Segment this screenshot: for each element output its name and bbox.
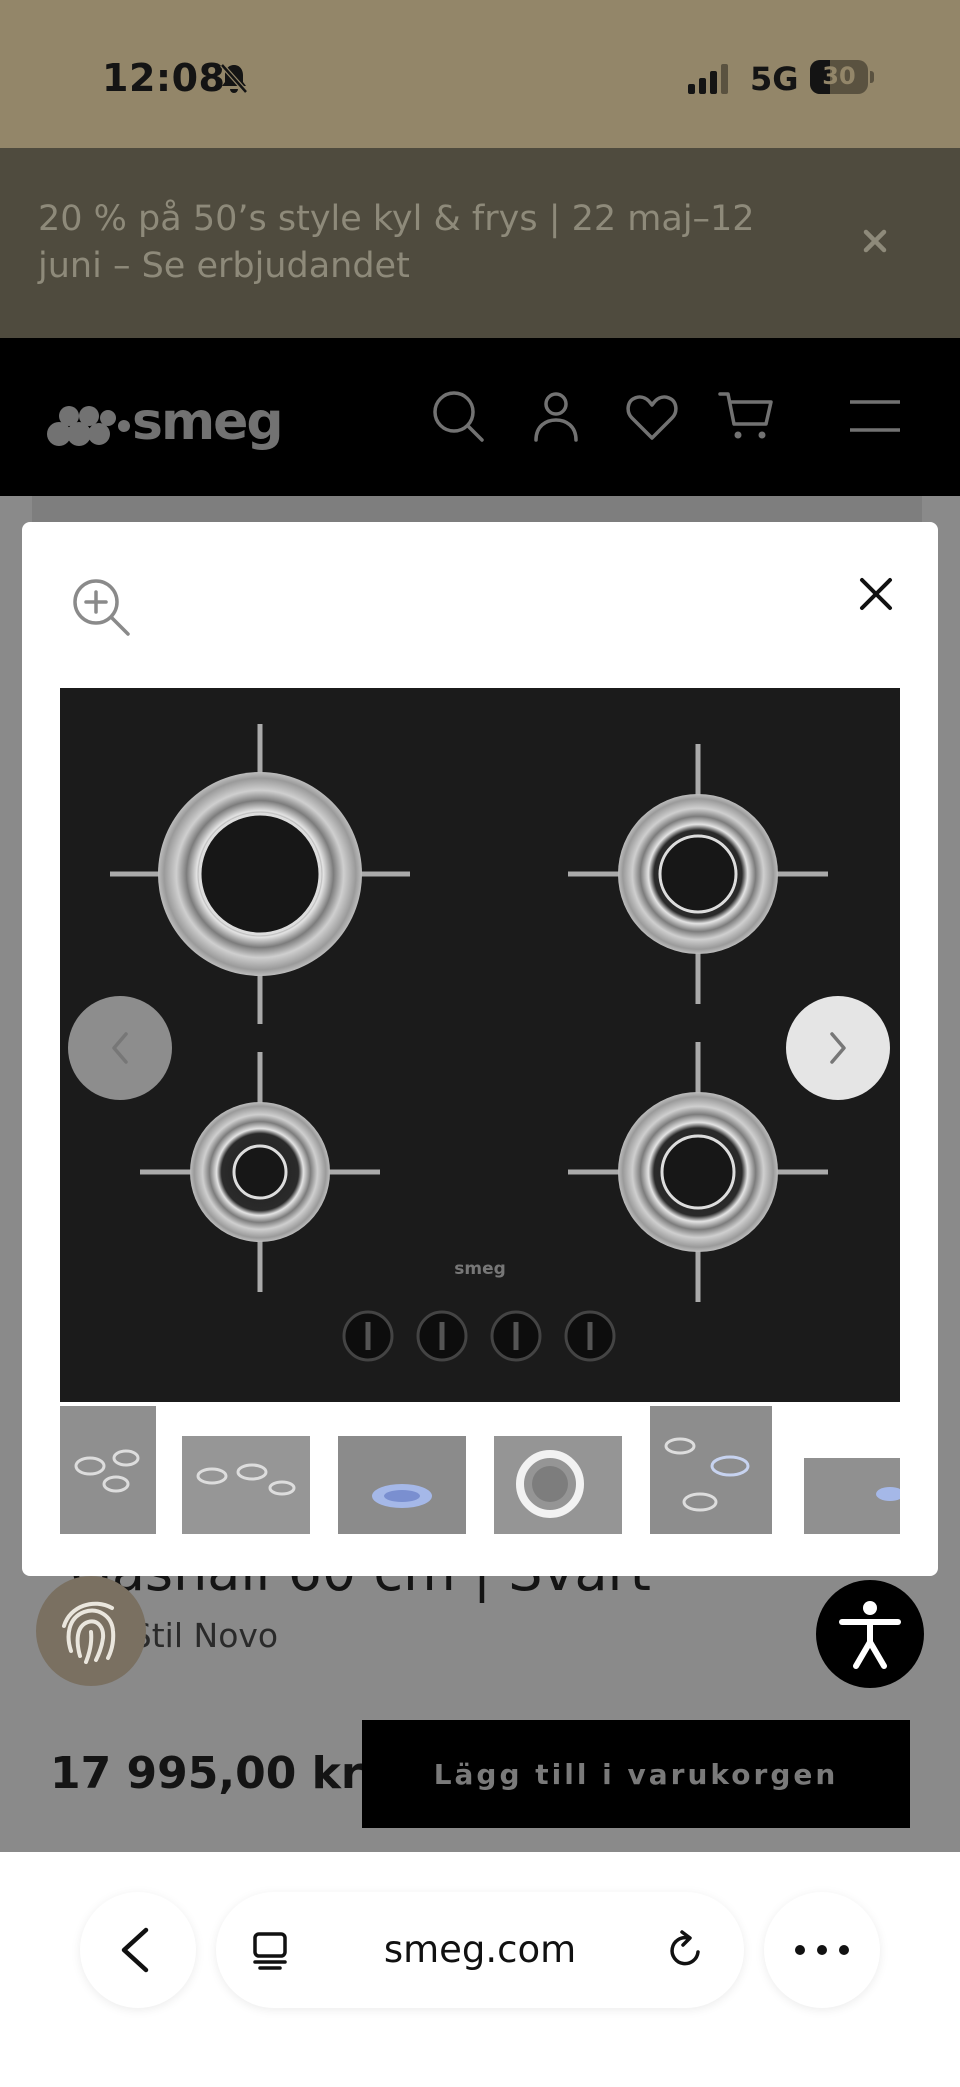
close-icon[interactable] <box>860 226 890 256</box>
back-button[interactable] <box>80 1892 196 2008</box>
add-to-cart-button[interactable]: Lägg till i varukorgen <box>362 1720 910 1828</box>
thumbnail[interactable] <box>60 1406 156 1534</box>
more-icon <box>795 1945 849 1955</box>
close-icon[interactable] <box>856 574 896 614</box>
burner <box>110 724 410 1024</box>
burner <box>568 744 828 1004</box>
address-bar[interactable]: smeg.com <box>216 1892 744 2008</box>
fingerprint-icon <box>62 1601 116 1664</box>
chevron-left-icon <box>112 1032 128 1064</box>
previous-image-button[interactable] <box>68 996 172 1100</box>
network-label: 5G <box>750 60 799 98</box>
promo-banner[interactable]: 20 % på 50’s style kyl & frys | 22 maj–1… <box>0 148 960 338</box>
heart-icon[interactable] <box>624 388 680 444</box>
chevron-right-icon <box>830 1032 846 1064</box>
burner <box>568 1042 828 1302</box>
fingerprint-button[interactable] <box>36 1576 146 1686</box>
status-bar: 12:08 5G 30 <box>0 0 960 148</box>
status-time: 12:08 <box>102 56 226 100</box>
accessibility-icon <box>839 1601 901 1669</box>
thumbnail[interactable] <box>650 1406 772 1534</box>
next-image-button[interactable] <box>786 996 890 1100</box>
menu-icon[interactable] <box>848 388 902 444</box>
hob-brand: smeg <box>454 1259 506 1279</box>
thumbnail[interactable] <box>182 1436 310 1534</box>
more-options-button[interactable] <box>764 1892 880 2008</box>
battery-level: 30 <box>822 62 856 90</box>
control-knobs <box>342 1310 616 1362</box>
thumbnail[interactable] <box>804 1458 900 1534</box>
gas-hob-image: smeg <box>110 724 828 1362</box>
logo-text: smeg <box>132 392 284 452</box>
thumbnail[interactable] <box>494 1436 622 1534</box>
product-image[interactable]: smeg <box>60 688 900 1402</box>
browser-toolbar: smeg.com <box>0 1852 960 2087</box>
burner <box>140 1052 380 1292</box>
thumbnail-strip <box>60 1406 900 1536</box>
thumbnail[interactable] <box>338 1436 466 1534</box>
signal-icon <box>688 64 728 94</box>
logo-dots-icon <box>47 406 130 446</box>
user-icon[interactable] <box>528 388 584 444</box>
image-gallery-modal: smeg <box>22 522 938 1576</box>
chevron-left-icon <box>121 1927 149 1973</box>
accessibility-button[interactable] <box>816 1580 924 1688</box>
promo-text[interactable]: 20 % på 50’s style kyl & frys | 22 maj–1… <box>38 196 798 290</box>
cart-icon[interactable] <box>718 388 774 444</box>
reload-icon[interactable] <box>664 1928 708 1972</box>
zoom-in-icon[interactable] <box>70 576 134 640</box>
battery-indicator: 30 <box>810 60 874 94</box>
product-price: 17 995,00 kr <box>50 1748 363 1799</box>
search-icon[interactable] <box>430 388 486 444</box>
bell-muted-icon <box>220 63 248 94</box>
smeg-logo[interactable]: smeg <box>46 392 296 452</box>
